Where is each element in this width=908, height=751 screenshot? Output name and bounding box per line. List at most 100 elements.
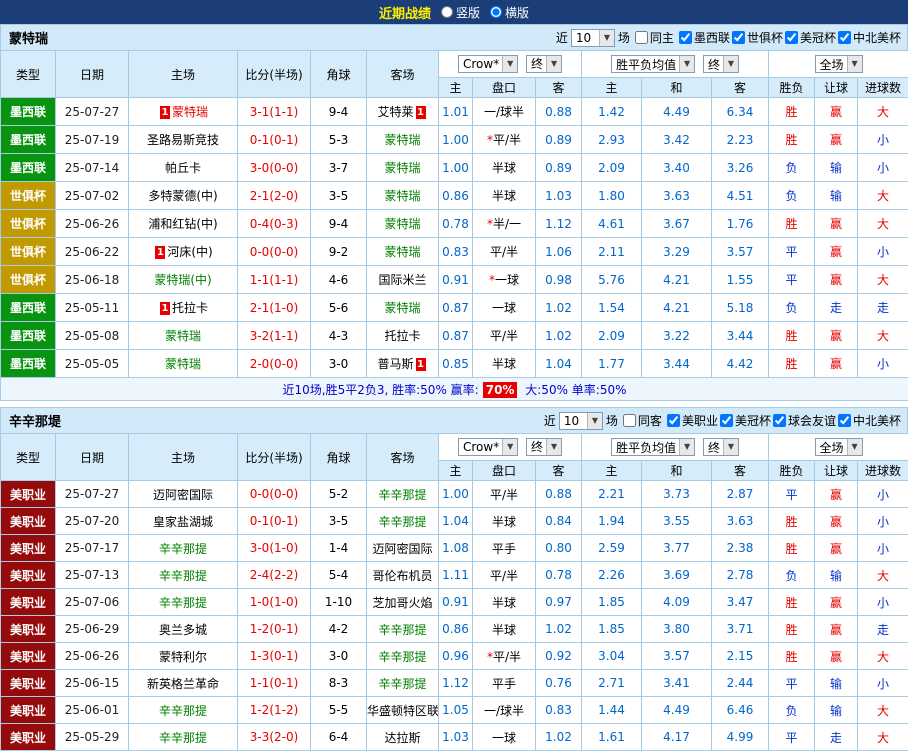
layout-vertical-radio[interactable]: 竖版: [441, 4, 480, 21]
home-team-cell[interactable]: 迈阿密国际: [129, 481, 238, 508]
home-team-cell[interactable]: 辛辛那提: [129, 562, 238, 589]
away-team-cell[interactable]: 蒙特瑞: [367, 210, 439, 238]
away-team-cell[interactable]: 哥伦布机员: [367, 562, 439, 589]
scope-controls: 全场▼: [769, 434, 908, 461]
away-team-cell[interactable]: 辛辛那提: [367, 481, 439, 508]
scope-dropdown[interactable]: 全场▼: [815, 55, 863, 73]
away-team-cell[interactable]: 达拉斯: [367, 724, 439, 751]
home-team-cell[interactable]: 蒙特利尔: [129, 643, 238, 670]
match-count-dropdown[interactable]: 10▼: [571, 29, 615, 47]
away-team-cell[interactable]: 艾特莱1: [367, 98, 439, 126]
league-filter-checkbox[interactable]: 美冠杯: [785, 29, 836, 46]
away-team-cell[interactable]: 辛辛那提: [367, 670, 439, 697]
league-checkbox-input[interactable]: [732, 31, 745, 44]
league-filter-checkbox[interactable]: 中北美杯: [838, 412, 901, 429]
away-team-cell[interactable]: 芝加哥火焰: [367, 589, 439, 616]
away-team-cell[interactable]: 辛辛那提: [367, 616, 439, 643]
home-team-name: 辛辛那提: [159, 569, 207, 583]
company-dropdown[interactable]: Crow*▼: [458, 55, 518, 73]
league-filter-checkbox[interactable]: 世俱杯: [732, 29, 783, 46]
asian-away-odds-cell: 1.02: [536, 724, 582, 751]
home-team-cell[interactable]: 辛辛那提: [129, 724, 238, 751]
euro-draw-odds-cell: 4.09: [642, 589, 712, 616]
away-team-cell[interactable]: 蒙特瑞: [367, 126, 439, 154]
away-team-name: 辛辛那提: [378, 677, 426, 691]
home-team-cell[interactable]: 1托拉卡: [129, 294, 238, 322]
away-team-cell[interactable]: 蒙特瑞: [367, 238, 439, 266]
euro-home-odds-cell: 2.21: [582, 481, 642, 508]
away-team-cell[interactable]: 国际米兰: [367, 266, 439, 294]
result-cell: 负: [769, 562, 815, 589]
handicap-result-cell: 输: [815, 562, 858, 589]
away-team-cell[interactable]: 蒙特瑞: [367, 154, 439, 182]
home-team-cell[interactable]: 蒙特瑞: [129, 322, 238, 350]
scope-dropdown[interactable]: 全场▼: [815, 438, 863, 456]
match-count-dropdown[interactable]: 10▼: [559, 412, 603, 430]
away-team-cell[interactable]: 迈阿密国际: [367, 535, 439, 562]
layout-horizontal-radio[interactable]: 横版: [490, 4, 529, 21]
league-filter-checkbox[interactable]: 中北美杯: [838, 29, 901, 46]
away-team-cell[interactable]: 蒙特瑞: [367, 182, 439, 210]
euro-home-odds-cell: 4.61: [582, 210, 642, 238]
home-team-cell[interactable]: 帕丘卡: [129, 154, 238, 182]
home-team-cell[interactable]: 多特蒙德(中): [129, 182, 238, 210]
league-checkbox-input[interactable]: [785, 31, 798, 44]
handicap-cell: 半球: [473, 154, 536, 182]
league-filter-checkbox[interactable]: 球会友谊: [773, 412, 836, 429]
horizontal-radio-input[interactable]: [490, 6, 502, 18]
vertical-radio-input[interactable]: [441, 6, 453, 18]
score-cell: 0-1(0-1): [238, 508, 311, 535]
col-corner-header: 角球: [311, 51, 367, 98]
home-team-cell[interactable]: 辛辛那提: [129, 589, 238, 616]
home-team-cell[interactable]: 圣路易斯竞技: [129, 126, 238, 154]
home-team-cell[interactable]: 1蒙特瑞: [129, 98, 238, 126]
same-venue-filter[interactable]: 同主: [635, 29, 674, 46]
league-checkbox-input[interactable]: [838, 414, 851, 427]
league-checkbox-input[interactable]: [720, 414, 733, 427]
home-team-cell[interactable]: 辛辛那提: [129, 535, 238, 562]
home-team-cell[interactable]: 1河床(中): [129, 238, 238, 266]
final-avg-dropdown[interactable]: 终▼: [703, 438, 739, 456]
avg-odds-dropdown[interactable]: 胜平负均值▼: [611, 55, 695, 73]
home-team-cell[interactable]: 蒙特瑞: [129, 350, 238, 378]
league-checkbox-input[interactable]: [667, 414, 680, 427]
league-checkbox-input[interactable]: [838, 31, 851, 44]
goals-result-cell: 大: [858, 643, 908, 670]
final-avg-dropdown[interactable]: 终▼: [703, 55, 739, 73]
home-team-cell[interactable]: 新英格兰革命: [129, 670, 238, 697]
league-filter-checkbox[interactable]: 美职业: [667, 412, 718, 429]
final-odds-dropdown[interactable]: 终▼: [526, 55, 562, 73]
near-label: 近: [556, 29, 568, 46]
avg-odds-dropdown[interactable]: 胜平负均值▼: [611, 438, 695, 456]
same-venue-checkbox[interactable]: [635, 31, 648, 44]
asian-home-odds-cell: 1.12: [439, 670, 473, 697]
date-cell: 25-07-14: [56, 154, 129, 182]
away-team-cell[interactable]: 蒙特瑞: [367, 294, 439, 322]
handicap-result-cell: 赢: [815, 535, 858, 562]
home-team-cell[interactable]: 奥兰多城: [129, 616, 238, 643]
away-team-cell[interactable]: 华盛顿特区联: [367, 697, 439, 724]
away-team-name: 蒙特瑞: [384, 189, 420, 203]
company-dropdown[interactable]: Crow*▼: [458, 438, 518, 456]
home-team-cell[interactable]: 蒙特瑞(中): [129, 266, 238, 294]
final-odds-dropdown[interactable]: 终▼: [526, 438, 562, 456]
same-venue-checkbox[interactable]: [623, 414, 636, 427]
away-team-cell[interactable]: 普马斯1: [367, 350, 439, 378]
match-row: 美职业25-06-26蒙特利尔1-3(0-1)3-0辛辛那提0.96*平/半0.…: [1, 643, 908, 670]
away-team-name: 辛辛那提: [378, 488, 426, 502]
handicap-cell: 一球: [473, 724, 536, 751]
league-filter-checkbox[interactable]: 美冠杯: [720, 412, 771, 429]
away-team-cell[interactable]: 托拉卡: [367, 322, 439, 350]
match-row: 世俱杯25-06-26浦和红钻(中)0-4(0-3)9-4蒙特瑞0.78*半/一…: [1, 210, 908, 238]
home-team-cell[interactable]: 皇家盐湖城: [129, 508, 238, 535]
same-venue-filter[interactable]: 同客: [623, 412, 662, 429]
league-checkbox-input[interactable]: [773, 414, 786, 427]
league-checkbox-input[interactable]: [679, 31, 692, 44]
home-team-cell[interactable]: 辛辛那提: [129, 697, 238, 724]
score-cell: 1-2(1-2): [238, 697, 311, 724]
home-team-cell[interactable]: 浦和红钻(中): [129, 210, 238, 238]
away-team-cell[interactable]: 辛辛那提: [367, 643, 439, 670]
near-label: 近: [544, 412, 556, 429]
league-filter-checkbox[interactable]: 墨西联: [679, 29, 730, 46]
away-team-cell[interactable]: 辛辛那提: [367, 508, 439, 535]
